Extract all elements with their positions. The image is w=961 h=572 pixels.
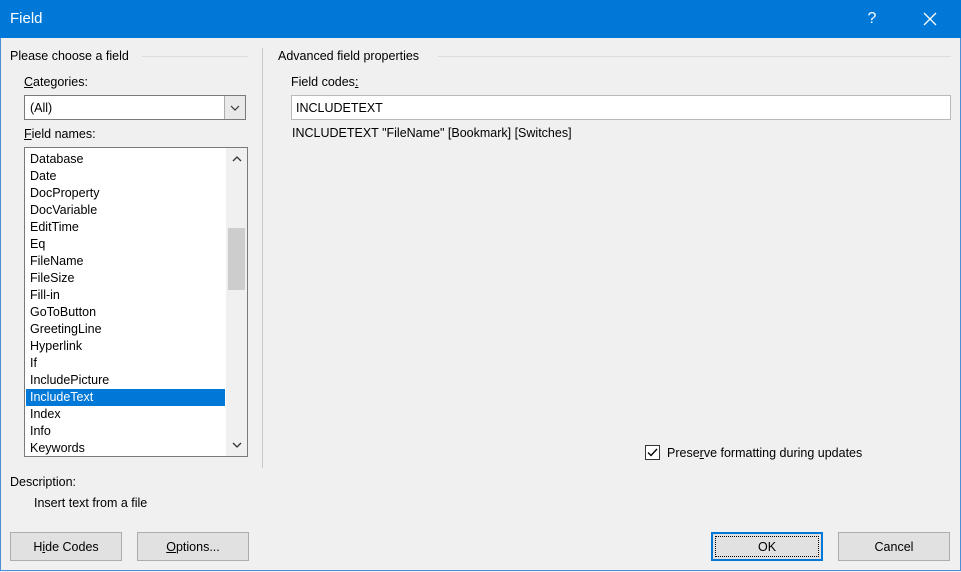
options-button[interactable]: Options...	[137, 532, 249, 561]
preserve-formatting-checkbox[interactable]	[645, 445, 660, 460]
help-icon: ?	[867, 10, 877, 27]
categories-label: Categories:	[24, 75, 88, 89]
scroll-down-button[interactable]	[226, 436, 247, 454]
chevron-up-icon	[232, 156, 241, 162]
chevron-down-icon	[232, 442, 241, 448]
scroll-thumb[interactable]	[228, 228, 245, 290]
list-item[interactable]: FileName	[26, 253, 225, 270]
list-item[interactable]: EditTime	[26, 219, 225, 236]
group-divider	[438, 56, 951, 57]
close-icon	[923, 12, 937, 26]
field-codes-value: INCLUDETEXT	[296, 101, 383, 115]
preserve-formatting-label[interactable]: Preserve formatting during updates	[667, 446, 862, 460]
list-item[interactable]: Hyperlink	[26, 338, 225, 355]
categories-selected-value: (All)	[30, 101, 53, 115]
options-label: Options...	[166, 539, 220, 554]
list-item[interactable]: IncludeText	[26, 389, 225, 406]
cancel-label: Cancel	[874, 539, 914, 554]
window-title: Field	[10, 10, 43, 27]
list-item[interactable]: If	[26, 355, 225, 372]
description-label: Description:	[10, 475, 76, 489]
field-syntax-text: INCLUDETEXT "FileName" [Bookmark] [Switc…	[292, 126, 572, 140]
list-item[interactable]: IncludePicture	[26, 372, 225, 389]
list-item[interactable]: Eq	[26, 236, 225, 253]
list-item[interactable]: GoToButton	[26, 304, 225, 321]
field-codes-input[interactable]: INCLUDETEXT	[291, 95, 951, 120]
list-item[interactable]: DocProperty	[26, 185, 225, 202]
checkmark-icon	[647, 448, 658, 457]
chevron-down-icon	[230, 105, 240, 111]
advanced-properties-group-title: Advanced field properties	[278, 49, 420, 63]
ok-button[interactable]: OK	[711, 532, 823, 561]
group-divider	[142, 56, 248, 57]
list-item[interactable]: GreetingLine	[26, 321, 225, 338]
panel-separator	[262, 48, 263, 468]
list-item[interactable]: Fill-in	[26, 287, 225, 304]
list-item[interactable]: Info	[26, 423, 225, 440]
field-names-label: Field names:	[24, 127, 96, 141]
cancel-button[interactable]: Cancel	[838, 532, 950, 561]
description-text: Insert text from a file	[34, 496, 148, 510]
title-bar: Field ?	[0, 0, 961, 38]
list-item[interactable]: DocVariable	[26, 202, 225, 219]
scroll-up-button[interactable]	[226, 150, 247, 168]
help-button[interactable]: ?	[849, 0, 895, 38]
focus-rectangle	[715, 536, 819, 557]
choose-field-group-title: Please choose a field	[10, 49, 129, 63]
list-item[interactable]: Date	[26, 168, 225, 185]
field-names-listbox[interactable]: Database Date DocProperty DocVariable EditTi…	[24, 147, 248, 457]
field-names-scrollbar[interactable]	[226, 148, 247, 456]
categories-dropdown-button[interactable]	[224, 96, 245, 119]
list-item[interactable]: Index	[26, 406, 225, 423]
hide-codes-label: Hide Codes	[33, 539, 99, 554]
close-button[interactable]	[907, 0, 953, 38]
list-item[interactable]: Keywords	[26, 440, 225, 456]
field-codes-label: Field codes:	[291, 75, 359, 89]
list-item[interactable]: FileSize	[26, 270, 225, 287]
list-item[interactable]: Database	[26, 151, 225, 168]
hide-codes-button[interactable]: Hide Codes	[10, 532, 122, 561]
categories-combobox[interactable]: (All)	[24, 95, 246, 120]
